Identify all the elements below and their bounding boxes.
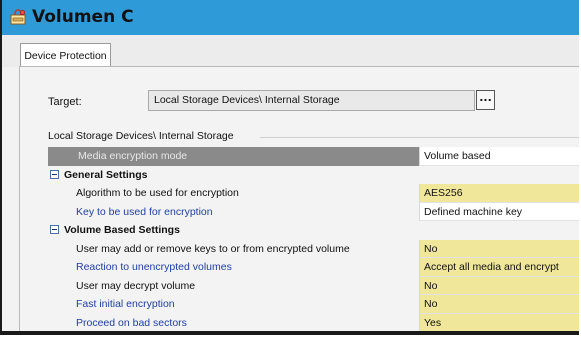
property-name: User may decrypt volume [48,276,419,295]
category-spacer [419,221,579,240]
property-name: User may add or remove keys to or from e… [48,239,419,258]
property-name: Fast initial encryption [48,295,419,314]
browse-target-button[interactable]: ... [476,90,495,110]
property-row-algorithm[interactable]: Algorithm to be used for encryption AES2… [48,184,579,203]
property-name: Reaction to unencrypted volumes [48,258,419,277]
property-value[interactable]: AES256 [419,184,579,203]
property-row-fast-initial-encryption[interactable]: Fast initial encryption No [48,295,579,314]
property-grid: Media encryption mode Volume based Gener… [48,147,579,331]
category-general-settings[interactable]: General Settings [48,165,579,184]
title-bar: Volumen C [2,0,579,35]
property-value[interactable]: Yes [419,313,579,331]
property-row-decrypt-volume[interactable]: User may decrypt volume No [48,276,579,295]
category-spacer [419,165,579,184]
category-title: General Settings [48,165,419,184]
target-field[interactable]: Local Storage Devices\ Internal Storage [148,90,475,111]
property-value[interactable]: No [419,276,579,295]
property-name: Media encryption mode [48,147,419,166]
property-name: Key to be used for encryption [48,202,419,221]
window-title: Volumen C [32,7,134,27]
property-row-encryption-mode[interactable]: Media encryption mode Volume based [48,147,579,166]
property-name: Algorithm to be used for encryption [48,184,419,203]
collapse-icon[interactable] [50,225,59,234]
property-value[interactable]: No [419,239,579,258]
tab-device-protection[interactable]: Device Protection [20,43,111,67]
window-frame: Volumen C Device Protection Target: Loca… [0,0,579,335]
property-row-add-remove-keys[interactable]: User may add or remove keys to or from e… [48,239,579,258]
group-divider [260,137,579,138]
property-value[interactable]: Accept all media and encrypt [419,258,579,277]
property-row-key[interactable]: Key to be used for encryption Defined ma… [48,202,579,221]
category-title: Volume Based Settings [48,221,419,240]
tab-strip: Device Protection [2,35,579,67]
property-value[interactable]: Defined machine key [419,202,579,221]
group-label: Local Storage Devices\ Internal Storage [48,130,234,142]
property-value[interactable]: Volume based [419,147,579,166]
property-value[interactable]: No [419,295,579,314]
category-volume-based-settings[interactable]: Volume Based Settings [48,221,579,240]
property-name: Proceed on bad sectors [48,313,419,331]
property-row-unencrypted-reaction[interactable]: Reaction to unencrypted volumes Accept a… [48,258,579,277]
collapse-icon[interactable] [50,169,59,179]
target-label: Target: [48,96,82,108]
disk-lock-icon [10,9,26,25]
property-row-bad-sectors[interactable]: Proceed on bad sectors Yes [48,313,579,331]
